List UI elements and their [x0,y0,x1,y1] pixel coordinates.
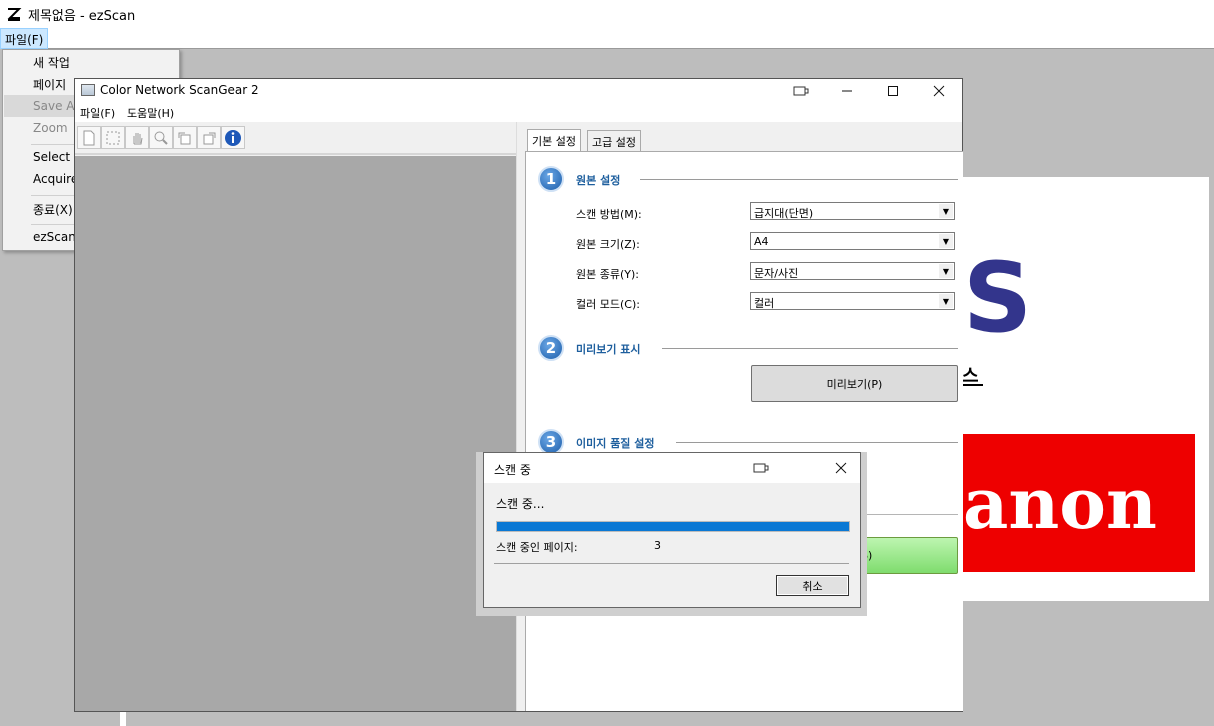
scanning-dialog: 스캔 중 스캔 중... 스캔 중인 페이지: 3 취소 [483,452,861,608]
original-size-select[interactable]: A4 ▼ [750,232,955,250]
select-area-icon[interactable] [101,126,125,149]
tablet-mode-icon[interactable] [738,456,784,479]
menu-item-page[interactable]: 페이지 [33,76,66,93]
close-button[interactable] [822,456,860,479]
preview-button[interactable]: 미리보기(P) [751,365,958,402]
section-1-rule [640,179,958,180]
ezscan-menu-bar: 파일(F) [0,28,1214,49]
scanning-dialog-title: 스캔 중 [494,463,531,477]
chevron-down-icon: ▼ [939,294,953,308]
scangear-settings-pane: 기본 설정 고급 설정 1 원본 설정 스캔 방법(M): 급지대(단면) ▼ … [516,122,963,711]
scan-method-value: 급지대(단면) [754,207,814,220]
scangear-window: Color Network ScanGear 2 파일(F) 도움말(H) 기본… [74,78,963,712]
color-mode-value: 컬러 [754,297,775,310]
rotate-right-icon[interactable] [197,126,221,149]
original-type-label: 원본 종류(Y): [576,268,639,281]
menu-item-new-job[interactable]: 새 작업 [33,54,70,71]
chevron-down-icon: ▼ [939,204,953,218]
chevron-down-icon: ▼ [939,234,953,248]
section-1-badge: 1 [538,166,564,192]
scan-progress-fill [497,522,849,531]
tab-advanced-settings[interactable]: 고급 설정 [587,130,641,152]
color-mode-label: 컬러 모드(C): [576,298,640,311]
menu-item-zoom[interactable]: Zoom [33,121,68,135]
original-size-value: A4 [754,235,769,248]
ezscan-title-bar: 제목없음 - ezScan [0,0,1214,28]
zoom-icon[interactable] [149,126,173,149]
tab-basic-settings[interactable]: 기본 설정 [527,129,581,152]
hand-icon[interactable] [125,126,149,149]
scangear-toolbar [77,126,245,150]
scan-method-select[interactable]: 급지대(단면) ▼ [750,202,955,220]
rotate-left-icon[interactable] [173,126,197,149]
menu-item-acquire[interactable]: Acquire [33,172,78,186]
scangear-app-icon [81,84,95,96]
dialog-divider [494,563,849,564]
pages-scanned-label: 스캔 중인 페이지: [496,541,578,554]
section-1-title: 원본 설정 [576,174,621,187]
new-page-icon[interactable] [77,126,101,149]
document-underline [963,384,983,386]
original-type-value: 문자/사진 [754,267,799,280]
original-size-label: 원본 크기(Z): [576,238,640,251]
document-logo-letter: S [963,242,1033,354]
scangear-menu-file[interactable]: 파일(F) [80,105,115,121]
scanning-dialog-title-bar: 스캔 중 [484,453,860,483]
info-icon[interactable] [221,126,245,149]
scangear-title-bar: Color Network ScanGear 2 [75,79,962,102]
toolbar-divider [75,153,516,155]
basic-settings-panel: 1 원본 설정 스캔 방법(M): 급지대(단면) ▼ 원본 크기(Z): A4… [525,151,963,711]
pages-scanned-value: 3 [654,539,661,552]
scangear-preview-pane [75,122,516,711]
section-2-rule [662,348,958,349]
original-type-select[interactable]: 문자/사진 ▼ [750,262,955,280]
section-2-badge: 2 [538,335,564,361]
scangear-menu-bar: 파일(F) 도움말(H) [75,102,962,122]
ezscan-window-title: 제목없음 - ezScan [28,8,136,24]
scan-button[interactable]: S) [856,537,958,574]
scan-progress-bar [496,521,850,532]
cancel-button[interactable]: 취소 [776,575,849,596]
scangear-menu-help[interactable]: 도움말(H) [127,105,174,121]
ezscan-app-icon [7,8,22,21]
menu-item-exit[interactable]: 종료(X) [33,201,73,218]
canon-logo-box: anon [963,434,1195,572]
minimize-button[interactable] [824,79,870,102]
scanning-status-text: 스캔 중... [496,497,545,511]
scan-preview-area[interactable] [75,156,516,711]
color-mode-select[interactable]: 컬러 ▼ [750,292,955,310]
menu-item-about[interactable]: ezScan [33,230,76,244]
ezscan-menu-file[interactable]: 파일(F) [0,28,49,49]
scan-method-label: 스캔 방법(M): [576,208,642,221]
canon-logo-text: anon [963,462,1157,545]
scangear-window-title: Color Network ScanGear 2 [100,83,259,97]
tablet-mode-icon[interactable] [778,79,824,102]
section-2-title: 미리보기 표시 [576,343,641,356]
section-3-title: 이미지 품질 설정 [576,437,655,450]
section-3-rule [676,442,958,443]
close-button[interactable] [916,79,962,102]
chevron-down-icon: ▼ [939,264,953,278]
maximize-button[interactable] [870,79,916,102]
